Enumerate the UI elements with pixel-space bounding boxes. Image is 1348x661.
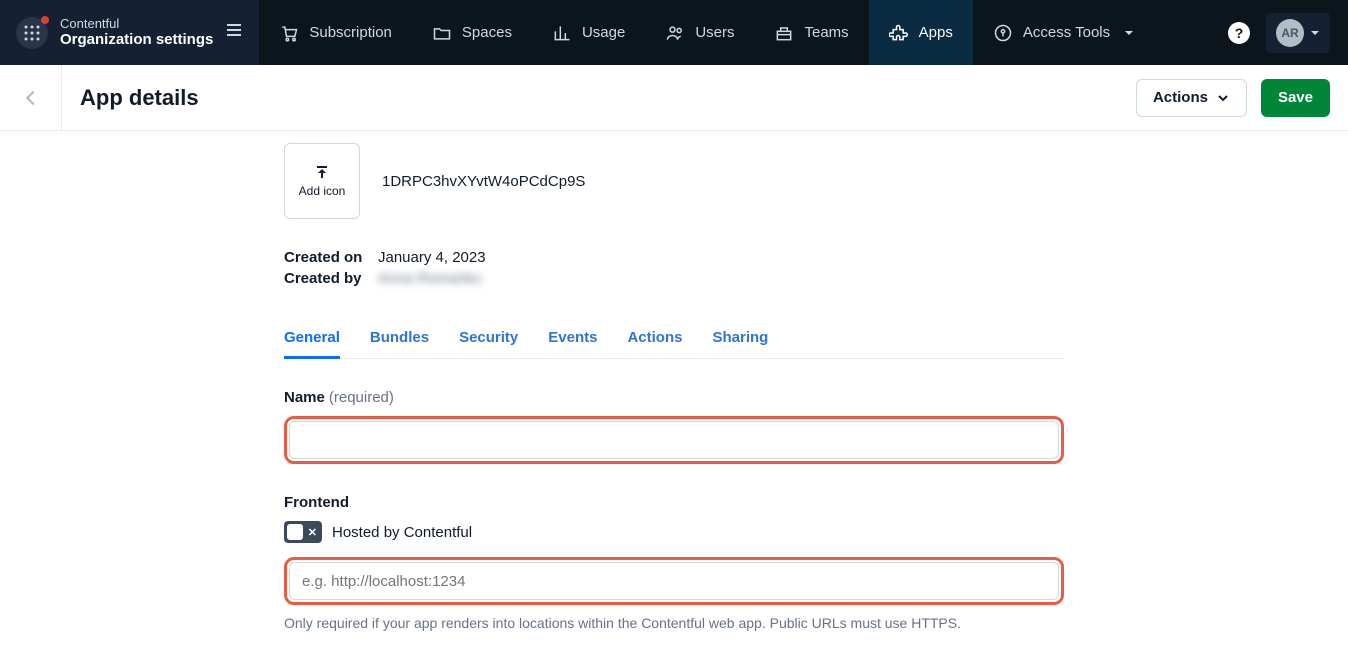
upload-icon: [314, 164, 330, 180]
teams-icon: [774, 23, 794, 43]
subheader-actions: Actions Save: [1136, 79, 1348, 117]
tab-actions[interactable]: Actions: [627, 317, 682, 358]
nav-items: Subscription Spaces Usage Users Teams Ap…: [259, 0, 1154, 65]
user-menu[interactable]: AR: [1266, 13, 1330, 53]
button-label: Actions: [1153, 89, 1208, 106]
chevron-down-icon: [1310, 28, 1320, 38]
close-icon: ✕: [308, 526, 317, 539]
app-header-row: Add icon 1DRPC3hvXYvtW4oPCdCp9S: [284, 143, 1064, 219]
grid-icon: [24, 25, 40, 41]
app-id: 1DRPC3hvXYvtW4oPCdCp9S: [382, 173, 585, 190]
frontend-url-input[interactable]: [289, 562, 1059, 600]
meta-created-on: Created on January 4, 2023: [284, 249, 1064, 266]
url-input-highlight: [284, 557, 1064, 605]
puzzle-icon: [889, 23, 909, 43]
nav-apps[interactable]: Apps: [869, 0, 973, 65]
key-icon: [993, 23, 1013, 43]
frontend-field-group: Frontend ✕ Hosted by Contentful Only req…: [284, 494, 1064, 631]
nav-label: Teams: [804, 24, 848, 41]
nav-label: Spaces: [462, 24, 512, 41]
metadata: Created on January 4, 2023 Created by An…: [284, 249, 1064, 287]
nav-access-tools[interactable]: Access Tools: [973, 0, 1154, 65]
meta-value: January 4, 2023: [378, 249, 486, 266]
cart-icon: [279, 23, 299, 43]
name-input[interactable]: [289, 421, 1059, 459]
hamburger-icon: [225, 21, 243, 39]
add-icon-label: Add icon: [299, 184, 346, 198]
brand-area: Contentful Organization settings: [0, 0, 259, 65]
save-button[interactable]: Save: [1261, 79, 1330, 117]
meta-label: Created by: [284, 270, 370, 287]
nav-spaces[interactable]: Spaces: [412, 0, 532, 65]
tab-events[interactable]: Events: [548, 317, 597, 358]
folder-icon: [432, 23, 452, 43]
chevron-down-icon: [1216, 91, 1230, 105]
nav-label: Apps: [919, 24, 953, 41]
label-text: Frontend: [284, 494, 349, 511]
add-icon-button[interactable]: Add icon: [284, 143, 360, 219]
nav-usage[interactable]: Usage: [532, 0, 645, 65]
toggle-knob: [287, 524, 303, 540]
help-button[interactable]: ?: [1228, 22, 1250, 44]
brand-line1: Contentful: [60, 16, 213, 32]
subheader: App details Actions Save: [0, 65, 1348, 131]
hosted-label: Hosted by Contentful: [332, 524, 472, 541]
label-text: Name: [284, 389, 325, 406]
brand-text: Contentful Organization settings: [60, 16, 213, 50]
app-switcher-button[interactable]: [16, 17, 48, 49]
menu-toggle-button[interactable]: [225, 21, 243, 44]
users-icon: [665, 23, 685, 43]
tab-general[interactable]: General: [284, 317, 340, 358]
nav-teams[interactable]: Teams: [754, 0, 868, 65]
top-navbar: Contentful Organization settings Subscri…: [0, 0, 1348, 65]
name-input-highlight: [284, 416, 1064, 464]
main-content: Add icon 1DRPC3hvXYvtW4oPCdCp9S Created …: [284, 131, 1064, 661]
button-label: Save: [1278, 89, 1313, 106]
nav-label: Access Tools: [1023, 24, 1110, 41]
avatar: AR: [1276, 19, 1304, 47]
tab-security[interactable]: Security: [459, 317, 518, 358]
required-indicator: (required): [329, 389, 394, 406]
meta-created-by: Created by Anna Romanko: [284, 270, 1064, 287]
nav-label: Usage: [582, 24, 625, 41]
actions-dropdown-button[interactable]: Actions: [1136, 79, 1247, 117]
page-title: App details: [80, 85, 199, 111]
name-label: Name (required): [284, 389, 1064, 406]
chart-icon: [552, 23, 572, 43]
tab-bundles[interactable]: Bundles: [370, 317, 429, 358]
nav-users[interactable]: Users: [645, 0, 754, 65]
tab-sharing[interactable]: Sharing: [712, 317, 768, 358]
brand-line2: Organization settings: [60, 31, 213, 49]
nav-label: Users: [695, 24, 734, 41]
chevron-down-icon: [1124, 28, 1134, 38]
nav-label: Subscription: [309, 24, 392, 41]
topbar-right: ? AR: [1228, 13, 1348, 53]
back-button[interactable]: [0, 65, 62, 130]
chevron-left-icon: [20, 87, 42, 109]
url-hint: Only required if your app renders into l…: [284, 615, 1064, 631]
nav-subscription[interactable]: Subscription: [259, 0, 412, 65]
hosted-toggle-row: ✕ Hosted by Contentful: [284, 521, 1064, 543]
frontend-label: Frontend: [284, 494, 1064, 511]
meta-label: Created on: [284, 249, 370, 266]
tabs: General Bundles Security Events Actions …: [284, 317, 1064, 359]
hosted-toggle[interactable]: ✕: [284, 521, 322, 543]
meta-value: Anna Romanko: [378, 270, 481, 287]
name-field-group: Name (required): [284, 389, 1064, 464]
